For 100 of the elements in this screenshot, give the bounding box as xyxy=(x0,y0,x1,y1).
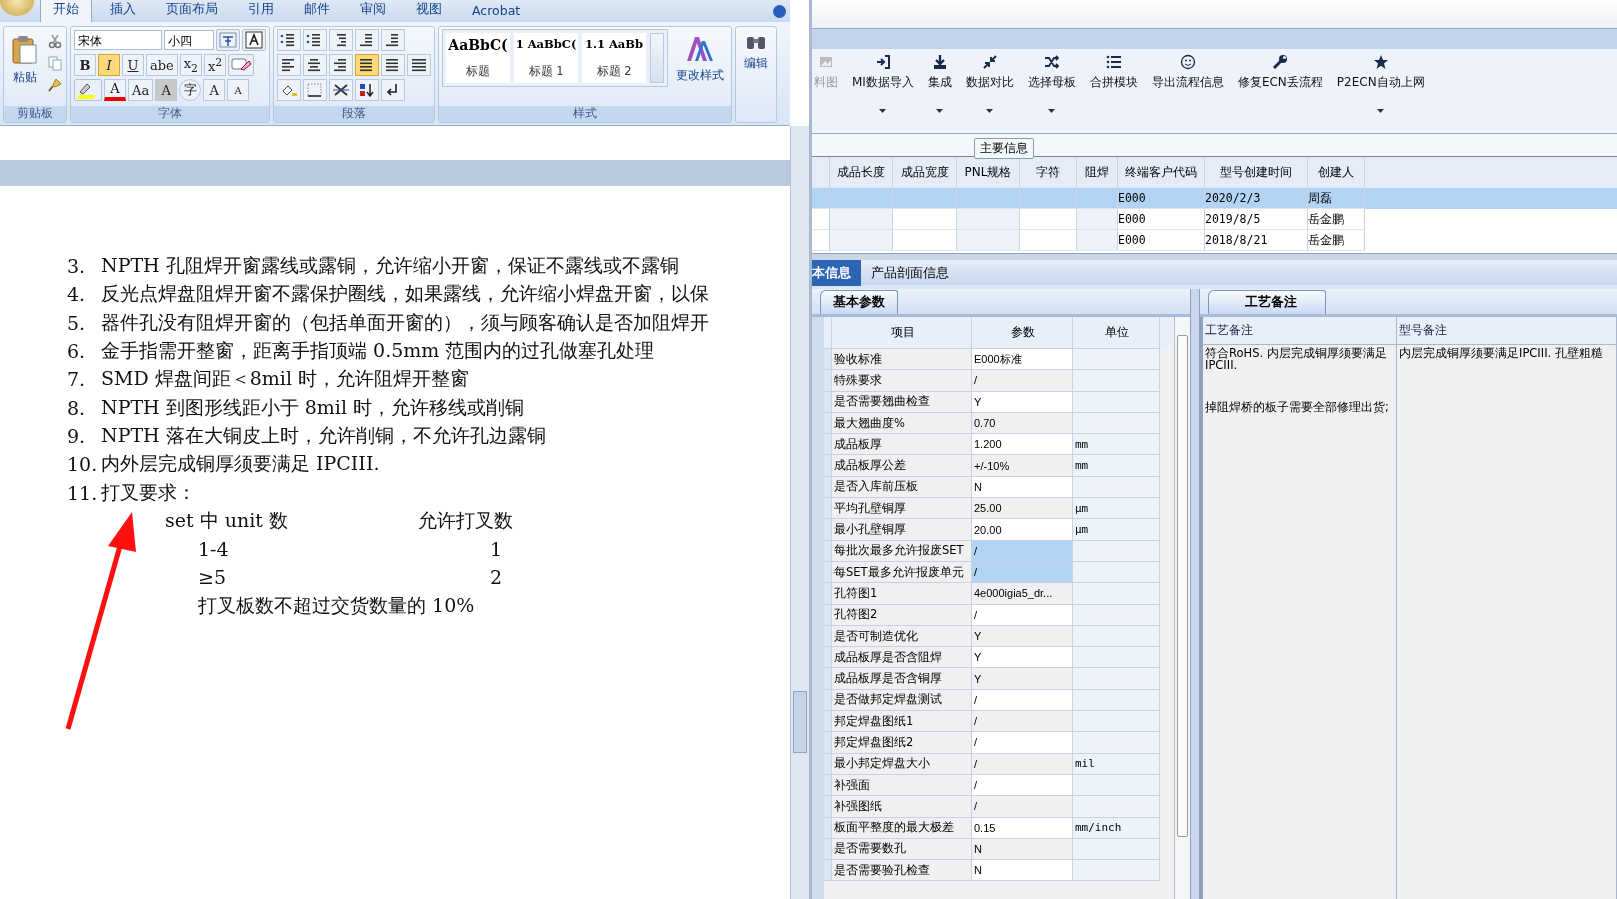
table-cell[interactable]: 1.200 xyxy=(972,434,1073,456)
grow-font-button[interactable]: A xyxy=(203,79,226,101)
row-header[interactable] xyxy=(824,370,832,392)
paragraph-button[interactable] xyxy=(355,54,379,76)
font-name-dropdown[interactable]: 宋体 xyxy=(74,30,162,50)
table-cell[interactable]: / xyxy=(972,753,1073,775)
paragraph-button[interactable] xyxy=(329,29,353,51)
table-cell[interactable]: / xyxy=(972,370,1073,392)
table-cell[interactable]: N xyxy=(972,476,1073,499)
row-header[interactable] xyxy=(824,476,832,499)
tab[interactable]: 基本参数 xyxy=(820,290,898,314)
table-cell[interactable]: 20.00 xyxy=(972,519,1073,541)
row-header[interactable] xyxy=(812,188,830,209)
row-header[interactable] xyxy=(824,540,832,562)
paragraph-button[interactable] xyxy=(303,79,327,101)
ribbon-tab[interactable]: Acrobat xyxy=(460,0,533,22)
paragraph-button[interactable] xyxy=(303,54,327,76)
ribbon-tab[interactable]: 插入 xyxy=(98,0,148,22)
paragraph-button[interactable] xyxy=(381,29,405,51)
brush-icon[interactable] xyxy=(47,77,63,93)
editing-button[interactable]: 编辑 xyxy=(740,27,772,78)
font-size-dropdown[interactable]: 小四 xyxy=(164,30,214,50)
ribbon-tab[interactable]: 邮件 xyxy=(292,0,342,22)
row-header[interactable] xyxy=(824,412,832,435)
vertical-scrollbar[interactable] xyxy=(1174,317,1190,899)
row-header[interactable] xyxy=(824,455,832,477)
table-cell[interactable]: / xyxy=(972,732,1073,754)
row-header[interactable] xyxy=(824,774,832,797)
splitter-handle[interactable] xyxy=(1190,289,1200,899)
table-cell[interactable]: / xyxy=(972,540,1073,562)
style-item[interactable]: AaBbC( 标题 xyxy=(446,33,510,83)
ribbon-tab[interactable]: 页面布局 xyxy=(154,0,230,22)
row-header[interactable] xyxy=(824,753,832,775)
ribbon-tab[interactable]: 开始 xyxy=(40,0,92,22)
style-item[interactable]: 1.1 AaBb 标题 2 xyxy=(582,33,646,83)
row-header[interactable] xyxy=(824,625,832,648)
paragraph-button[interactable] xyxy=(381,54,405,76)
format-button[interactable]: I xyxy=(98,54,120,76)
table-cell[interactable]: / xyxy=(972,711,1073,733)
change-case-button[interactable]: Aa xyxy=(128,79,154,101)
format-button[interactable]: U xyxy=(122,54,144,76)
scissors-icon[interactable] xyxy=(47,33,63,49)
enclose-character-button[interactable]: 字 xyxy=(179,79,202,101)
notes-field[interactable]: 符合RoHS. 内层完成铜厚须要满足IPCIII. 掉阻焊桥的板子需要全部修理出货; xyxy=(1203,345,1397,899)
format-button[interactable]: B xyxy=(74,54,96,76)
row-header[interactable] xyxy=(824,498,832,520)
vertical-scrollbar[interactable] xyxy=(790,126,809,899)
table-cell[interactable]: / xyxy=(972,796,1073,818)
clear-format-icon[interactable] xyxy=(228,54,255,76)
ribbon-tab[interactable]: 视图 xyxy=(404,0,454,22)
paragraph-button[interactable] xyxy=(381,79,405,101)
toolbar-button[interactable]: 选择母板 xyxy=(1020,54,1083,113)
help-icon[interactable] xyxy=(773,5,786,18)
row-header[interactable] xyxy=(824,796,832,818)
font-color-button[interactable]: A xyxy=(104,79,126,101)
table-cell[interactable]: 4e000igia5_dr... xyxy=(972,583,1073,605)
table-cell[interactable]: Y xyxy=(972,391,1073,413)
paragraph-button[interactable] xyxy=(329,54,353,76)
table-row[interactable]: E000 2019/8/5 岳金鹏 xyxy=(812,209,1617,230)
tab[interactable]: 工艺备注 xyxy=(1208,290,1326,314)
row-header[interactable] xyxy=(824,434,832,456)
paragraph-button[interactable] xyxy=(355,29,379,51)
toolbar-button[interactable]: 修复ECN丢流程 xyxy=(1230,54,1330,91)
toolbar-button[interactable]: 合拼模块 xyxy=(1082,54,1145,91)
paragraph-button[interactable] xyxy=(303,29,327,51)
column-header[interactable]: 项目 xyxy=(832,317,972,349)
row-header[interactable] xyxy=(824,860,832,882)
table-row[interactable]: E000 2018/8/21 岳金鹏 xyxy=(812,230,1617,251)
copy-icon[interactable] xyxy=(47,55,63,71)
column-header[interactable]: 工艺备注 xyxy=(1203,317,1397,344)
row-header[interactable] xyxy=(824,817,832,839)
paragraph-button[interactable] xyxy=(407,54,431,76)
paste-button[interactable]: 粘贴 xyxy=(7,29,43,92)
row-header[interactable] xyxy=(824,668,832,690)
format-button[interactable]: x$^{2}$ xyxy=(204,54,227,76)
change-styles-button[interactable]: 更改样式 xyxy=(672,29,728,90)
row-header[interactable] xyxy=(824,604,832,626)
table-cell[interactable]: 0.15 xyxy=(972,817,1073,839)
toolbar-button[interactable]: MI数据导入 xyxy=(845,54,921,113)
table-cell[interactable]: N xyxy=(972,860,1073,882)
ribbon-tab[interactable]: 引用 xyxy=(236,0,286,22)
row-header[interactable] xyxy=(824,711,832,733)
table-cell[interactable]: / xyxy=(972,604,1073,626)
toolbar-button[interactable]: 导出流程信息 xyxy=(1144,54,1231,91)
row-header[interactable] xyxy=(824,349,832,371)
ribbon-tab[interactable]: 审阅 xyxy=(348,0,398,22)
table-cell[interactable]: Y xyxy=(972,647,1073,669)
paragraph-button[interactable] xyxy=(329,79,353,101)
table-cell[interactable]: / xyxy=(972,689,1073,712)
table-cell[interactable]: Y xyxy=(972,625,1073,648)
phonetic-guide-icon[interactable] xyxy=(216,29,240,51)
table-cell[interactable]: 25.00 xyxy=(972,498,1073,520)
tab[interactable]: 产品剖面信息 xyxy=(861,259,959,286)
row-header[interactable] xyxy=(824,647,832,669)
column-header[interactable]: 单位 xyxy=(1073,317,1160,349)
row-header[interactable] xyxy=(824,391,832,413)
format-button[interactable]: abe xyxy=(146,54,178,76)
table-cell[interactable]: 0.70 xyxy=(972,412,1073,435)
paragraph-button[interactable] xyxy=(355,79,379,101)
gallery-scrollbar[interactable] xyxy=(650,33,664,83)
